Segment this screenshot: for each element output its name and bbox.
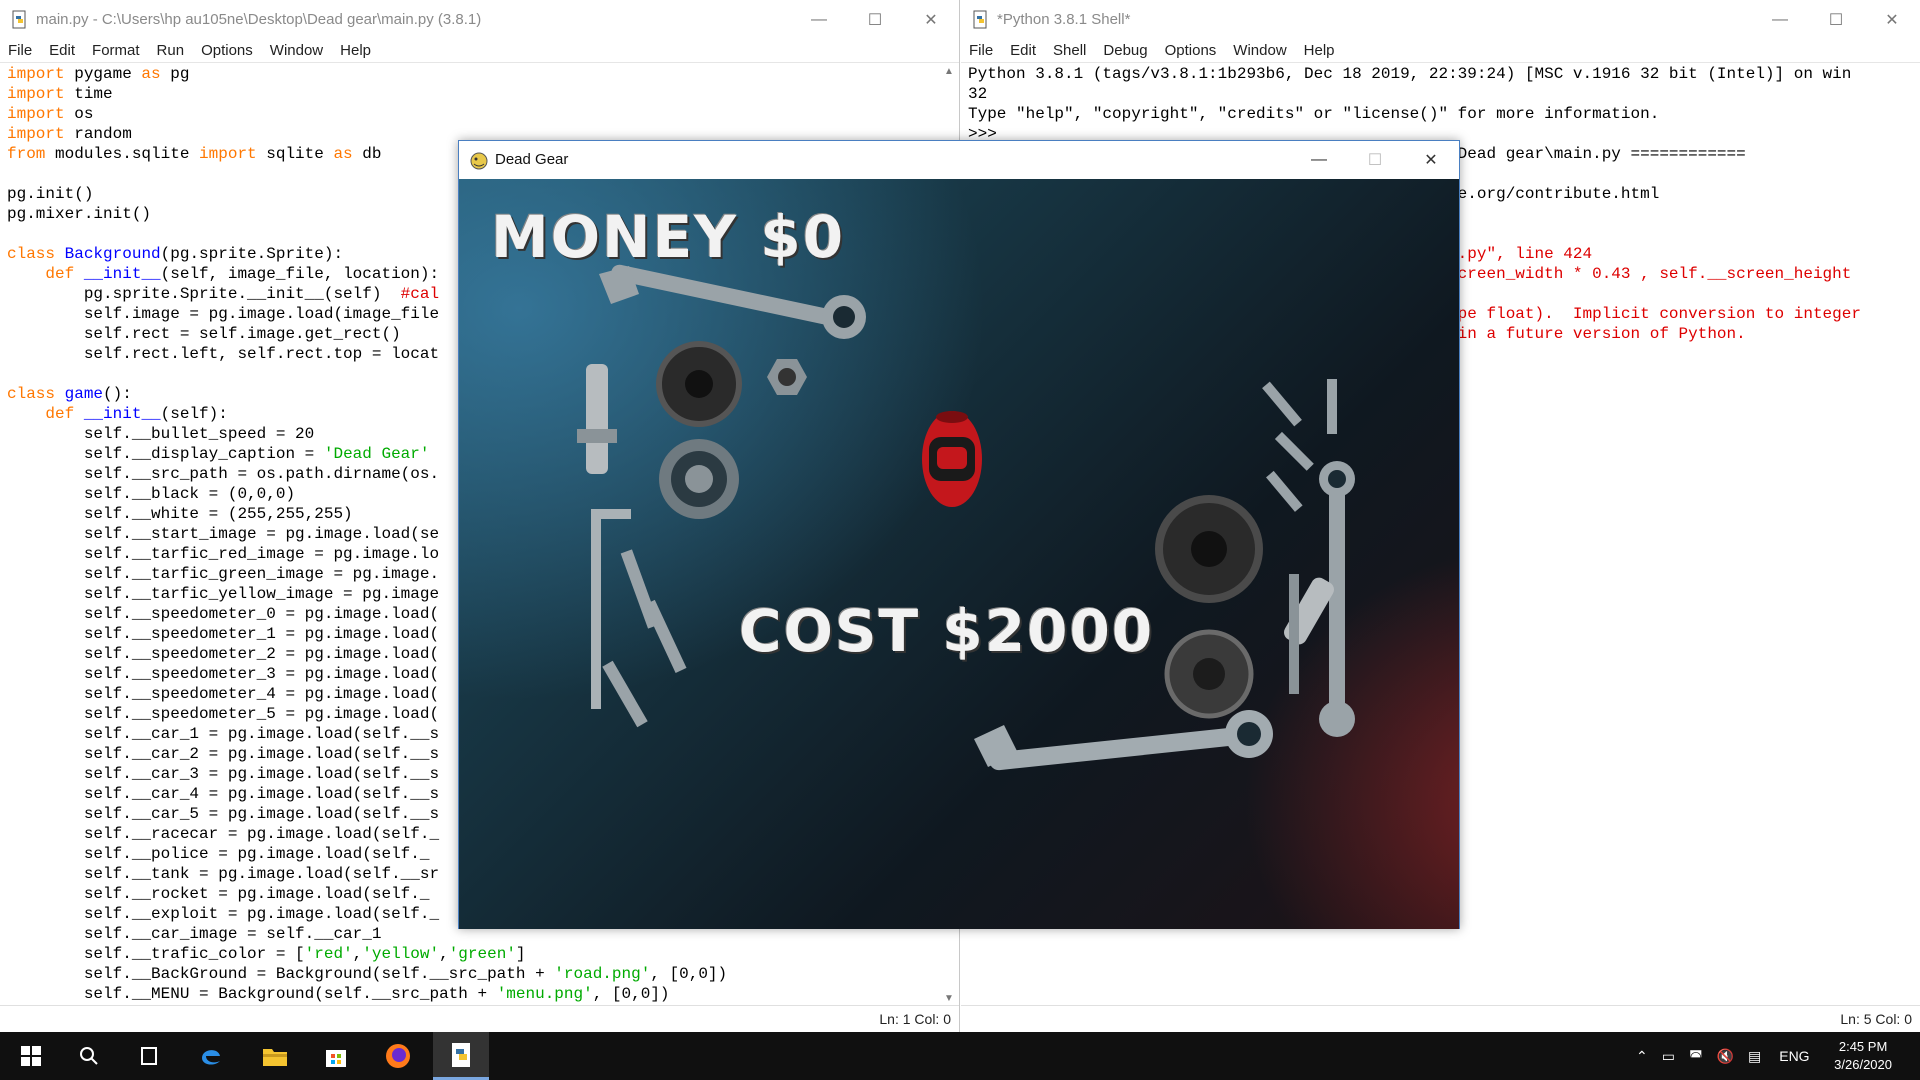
task-view-icon — [141, 1047, 157, 1065]
folder-icon — [263, 1049, 287, 1066]
scroll-down-icon[interactable]: ▼ — [944, 993, 954, 1004]
file-explorer-taskbar-button[interactable] — [247, 1032, 303, 1080]
menu-help[interactable]: Help — [340, 40, 371, 62]
menu-options[interactable]: Options — [1165, 40, 1217, 62]
maximize-button[interactable]: ☐ — [847, 0, 903, 40]
shell-statusbar: Ln: 5 Col: 0 — [961, 1005, 1920, 1032]
language-indicator[interactable]: ENG — [1779, 1048, 1809, 1064]
menu-shell[interactable]: Shell — [1053, 40, 1086, 62]
menu-edit[interactable]: Edit — [49, 40, 75, 62]
close-button[interactable]: ✕ — [1403, 141, 1459, 179]
notifications-icon[interactable]: ▤ — [1748, 1048, 1761, 1065]
python-shell-icon — [973, 10, 987, 29]
cost-label: COST $2000 — [739, 597, 1155, 665]
game-title: Dead Gear — [495, 151, 569, 168]
game-canvas[interactable]: MONEY $0 COST $2000 — [459, 179, 1459, 929]
python-idle-icon — [452, 1042, 470, 1067]
system-tray: ⌃ ▭ ◚ 🔇 ▤ ENG — [1636, 1032, 1810, 1080]
menu-window[interactable]: Window — [1233, 40, 1286, 62]
maximize-button: ☐ — [1367, 152, 1383, 169]
menu-debug[interactable]: Debug — [1103, 40, 1147, 62]
chevron-up-icon[interactable]: ⌃ — [1636, 1048, 1648, 1065]
cursor-position: Ln: 1 Col: 0 — [879, 1011, 951, 1027]
menu-file[interactable]: File — [969, 40, 993, 62]
maximize-button[interactable]: ☐ — [1808, 0, 1864, 40]
windows-logo-icon — [21, 1046, 41, 1066]
search-button[interactable] — [61, 1032, 117, 1080]
edge-browser-icon — [202, 1050, 220, 1065]
store-taskbar-button[interactable] — [308, 1032, 364, 1080]
close-button[interactable]: ✕ — [1864, 0, 1920, 40]
shell-titlebar[interactable]: *Python 3.8.1 Shell* — ☐ ✕ — [961, 0, 1920, 40]
start-button[interactable] — [3, 1032, 59, 1080]
wrench-icon — [974, 710, 1273, 771]
clock-time: 2:45 PM — [1838, 1039, 1888, 1054]
game-titlebar[interactable]: Dead Gear — ☐ ✕ — [459, 141, 1459, 179]
clock-date: 3/26/2020 — [1834, 1057, 1892, 1072]
cursor-position: Ln: 5 Col: 0 — [1840, 1011, 1912, 1027]
editor-titlebar[interactable]: main.py - C:\Users\hp au105ne\Desktop\De… — [0, 0, 959, 40]
editor-title: main.py - C:\Users\hp au105ne\Desktop\De… — [36, 11, 482, 28]
menu-options[interactable]: Options — [201, 40, 253, 62]
tie-rod-icon — [1284, 574, 1334, 694]
shell-menubar: File Edit Shell Debug Options Window Hel… — [961, 40, 1920, 63]
store-bag-icon — [326, 1050, 346, 1067]
minimize-button[interactable]: — — [791, 0, 847, 40]
menu-edit[interactable]: Edit — [1010, 40, 1036, 62]
editor-menubar: File Edit Format Run Options Window Help — [0, 40, 959, 63]
search-icon — [80, 1047, 98, 1065]
firefox-icon — [386, 1044, 410, 1068]
wifi-icon[interactable]: ◚ — [1689, 1048, 1703, 1065]
wrench-icon — [599, 264, 866, 339]
menu-help[interactable]: Help — [1304, 40, 1335, 62]
clock[interactable]: 2:45 PM 3/26/2020 — [1834, 1038, 1892, 1074]
minimize-button[interactable]: — — [1752, 0, 1808, 40]
red-car-icon — [922, 411, 982, 507]
menu-format[interactable]: Format — [92, 40, 140, 62]
game-window[interactable]: Dead Gear — ☐ ✕ MONEY $0 COST $2000 — [458, 140, 1460, 929]
gear-icon — [656, 341, 742, 427]
menu-window[interactable]: Window — [270, 40, 323, 62]
nut-icon — [767, 359, 807, 395]
python-idle-taskbar-button[interactable] — [433, 1032, 489, 1080]
battery-icon[interactable]: ▭ — [1662, 1048, 1675, 1065]
spark-plug-icon — [602, 549, 687, 728]
volume-muted-icon[interactable]: 🔇 — [1717, 1048, 1734, 1065]
task-view-button[interactable] — [121, 1032, 177, 1080]
clutch-disc-icon — [1164, 629, 1254, 719]
scroll-up-icon[interactable]: ▲ — [944, 66, 954, 77]
taskbar: ⌃ ▭ ◚ 🔇 ▤ ENG 2:45 PM 3/26/2020 — [0, 1032, 1920, 1080]
python-file-icon — [12, 10, 26, 29]
edge-taskbar-button[interactable] — [183, 1032, 239, 1080]
close-button[interactable]: ✕ — [903, 0, 959, 40]
firefox-taskbar-button[interactable] — [370, 1032, 426, 1080]
shell-title: *Python 3.8.1 Shell* — [997, 11, 1131, 28]
gear-icon — [1155, 495, 1263, 603]
menu-run[interactable]: Run — [157, 40, 185, 62]
bearing-icon — [659, 439, 739, 519]
minimize-button[interactable]: — — [1291, 141, 1347, 179]
tie-rod-icon — [577, 364, 617, 474]
pygame-snake-icon — [470, 152, 488, 170]
tools-background-art — [577, 264, 1355, 771]
editor-statusbar: Ln: 1 Col: 0 — [0, 1005, 959, 1032]
menu-file[interactable]: File — [8, 40, 32, 62]
money-label: MONEY $0 — [491, 203, 846, 271]
